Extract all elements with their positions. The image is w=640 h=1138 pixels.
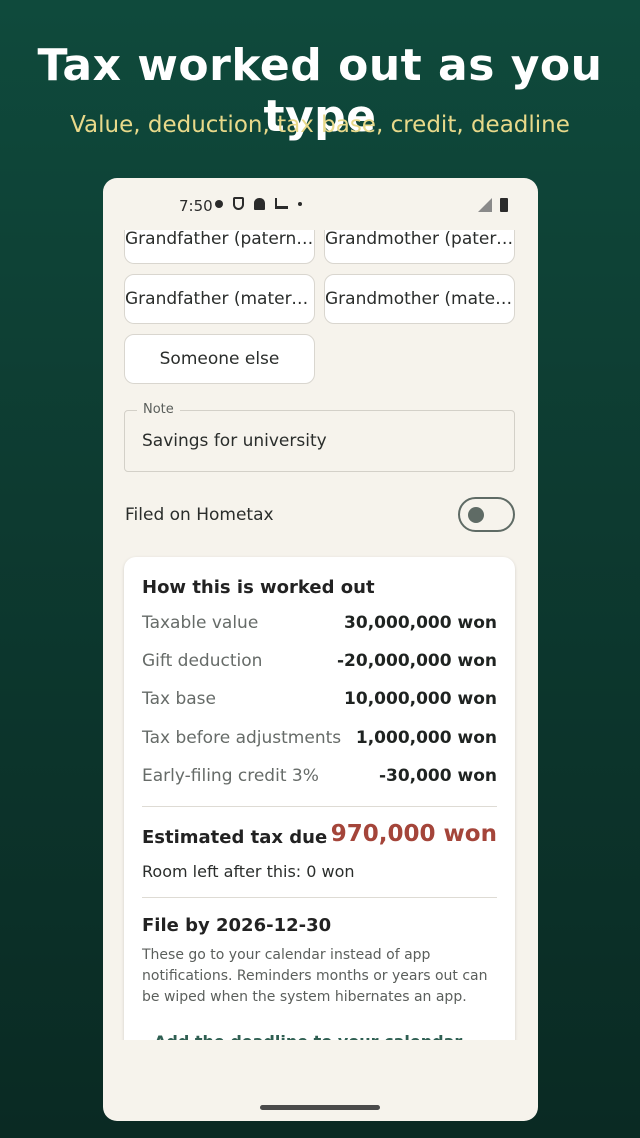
breakdown-card: How this is worked out Taxable value 30,…: [124, 557, 515, 1040]
row-value: -30,000 won: [378, 766, 497, 786]
scroll-content[interactable]: Grandfather (paternal) Grandmother (pate…: [103, 230, 538, 1040]
row-label: Early-filing credit 3%: [142, 766, 319, 786]
row-value: 30,000,000 won: [344, 613, 497, 633]
row-label: Tax base: [142, 689, 216, 709]
add-deadline-button[interactable]: Add the deadline to your calendar: [154, 1032, 462, 1040]
note-value[interactable]: Savings for university: [142, 431, 327, 451]
row-label: Gift deduction: [142, 651, 263, 671]
estimated-tax-value: 970,000 won: [330, 821, 497, 847]
divider: [142, 897, 497, 898]
room-left-text: Room left after this: 0 won: [142, 862, 355, 881]
chip-grandfather-maternal[interactable]: Grandfather (matern…: [124, 274, 315, 324]
row-label: Tax before adjustments: [142, 728, 342, 748]
recording-dot-icon: [215, 199, 223, 208]
breakdown-row: Taxable value 30,000,000 won: [142, 613, 497, 637]
status-right: [478, 198, 508, 212]
status-icons: [215, 197, 302, 210]
signal-icon: [478, 198, 492, 212]
breakdown-row: Early-filing credit 3% -30,000 won: [142, 766, 497, 790]
breakdown-title: How this is worked out: [142, 577, 375, 598]
chip-grandmother-maternal[interactable]: Grandmother (mater…: [324, 274, 515, 324]
gesture-nav-handle[interactable]: [260, 1105, 380, 1110]
more-notifications-icon: [298, 201, 302, 206]
chip-grandmother-paternal[interactable]: Grandmother (patern…: [324, 230, 515, 264]
estimated-tax-label: Estimated tax due: [142, 827, 328, 848]
row-value: -20,000,000 won: [336, 651, 497, 671]
battery-icon: [500, 198, 508, 212]
bell-icon: [254, 197, 265, 210]
phone-screen: 7:50 Grandfather (paternal) Grandmother …: [103, 178, 538, 1121]
cart-icon: [275, 198, 288, 209]
promo-subtitle: Value, deduction, tax base, credit, dead…: [70, 112, 570, 138]
breakdown-row: Tax base 10,000,000 won: [142, 689, 497, 713]
note-field[interactable]: Note Savings for university: [124, 402, 515, 472]
chip-grandfather-paternal[interactable]: Grandfather (paternal): [124, 230, 315, 264]
breakdown-row: Tax before adjustments 1,000,000 won: [142, 728, 497, 752]
file-by-description: These go to your calendar instead of app…: [142, 947, 488, 1005]
file-by-deadline: File by 2026-12-30: [142, 915, 332, 936]
filed-toggle[interactable]: [458, 497, 515, 532]
note-label: Note: [137, 402, 180, 417]
breakdown-row: Gift deduction -20,000,000 won: [142, 651, 497, 675]
chip-someone-else[interactable]: Someone else: [124, 334, 315, 384]
row-label: Taxable value: [142, 613, 259, 633]
row-value: 1,000,000 won: [355, 728, 497, 748]
row-value: 10,000,000 won: [344, 689, 497, 709]
filed-label: Filed on Hometax: [125, 505, 274, 525]
shield-icon: [233, 197, 244, 210]
status-bar: 7:50: [103, 178, 538, 234]
status-time: 7:50: [179, 197, 213, 215]
toggle-knob: [468, 507, 484, 523]
divider: [142, 806, 497, 807]
